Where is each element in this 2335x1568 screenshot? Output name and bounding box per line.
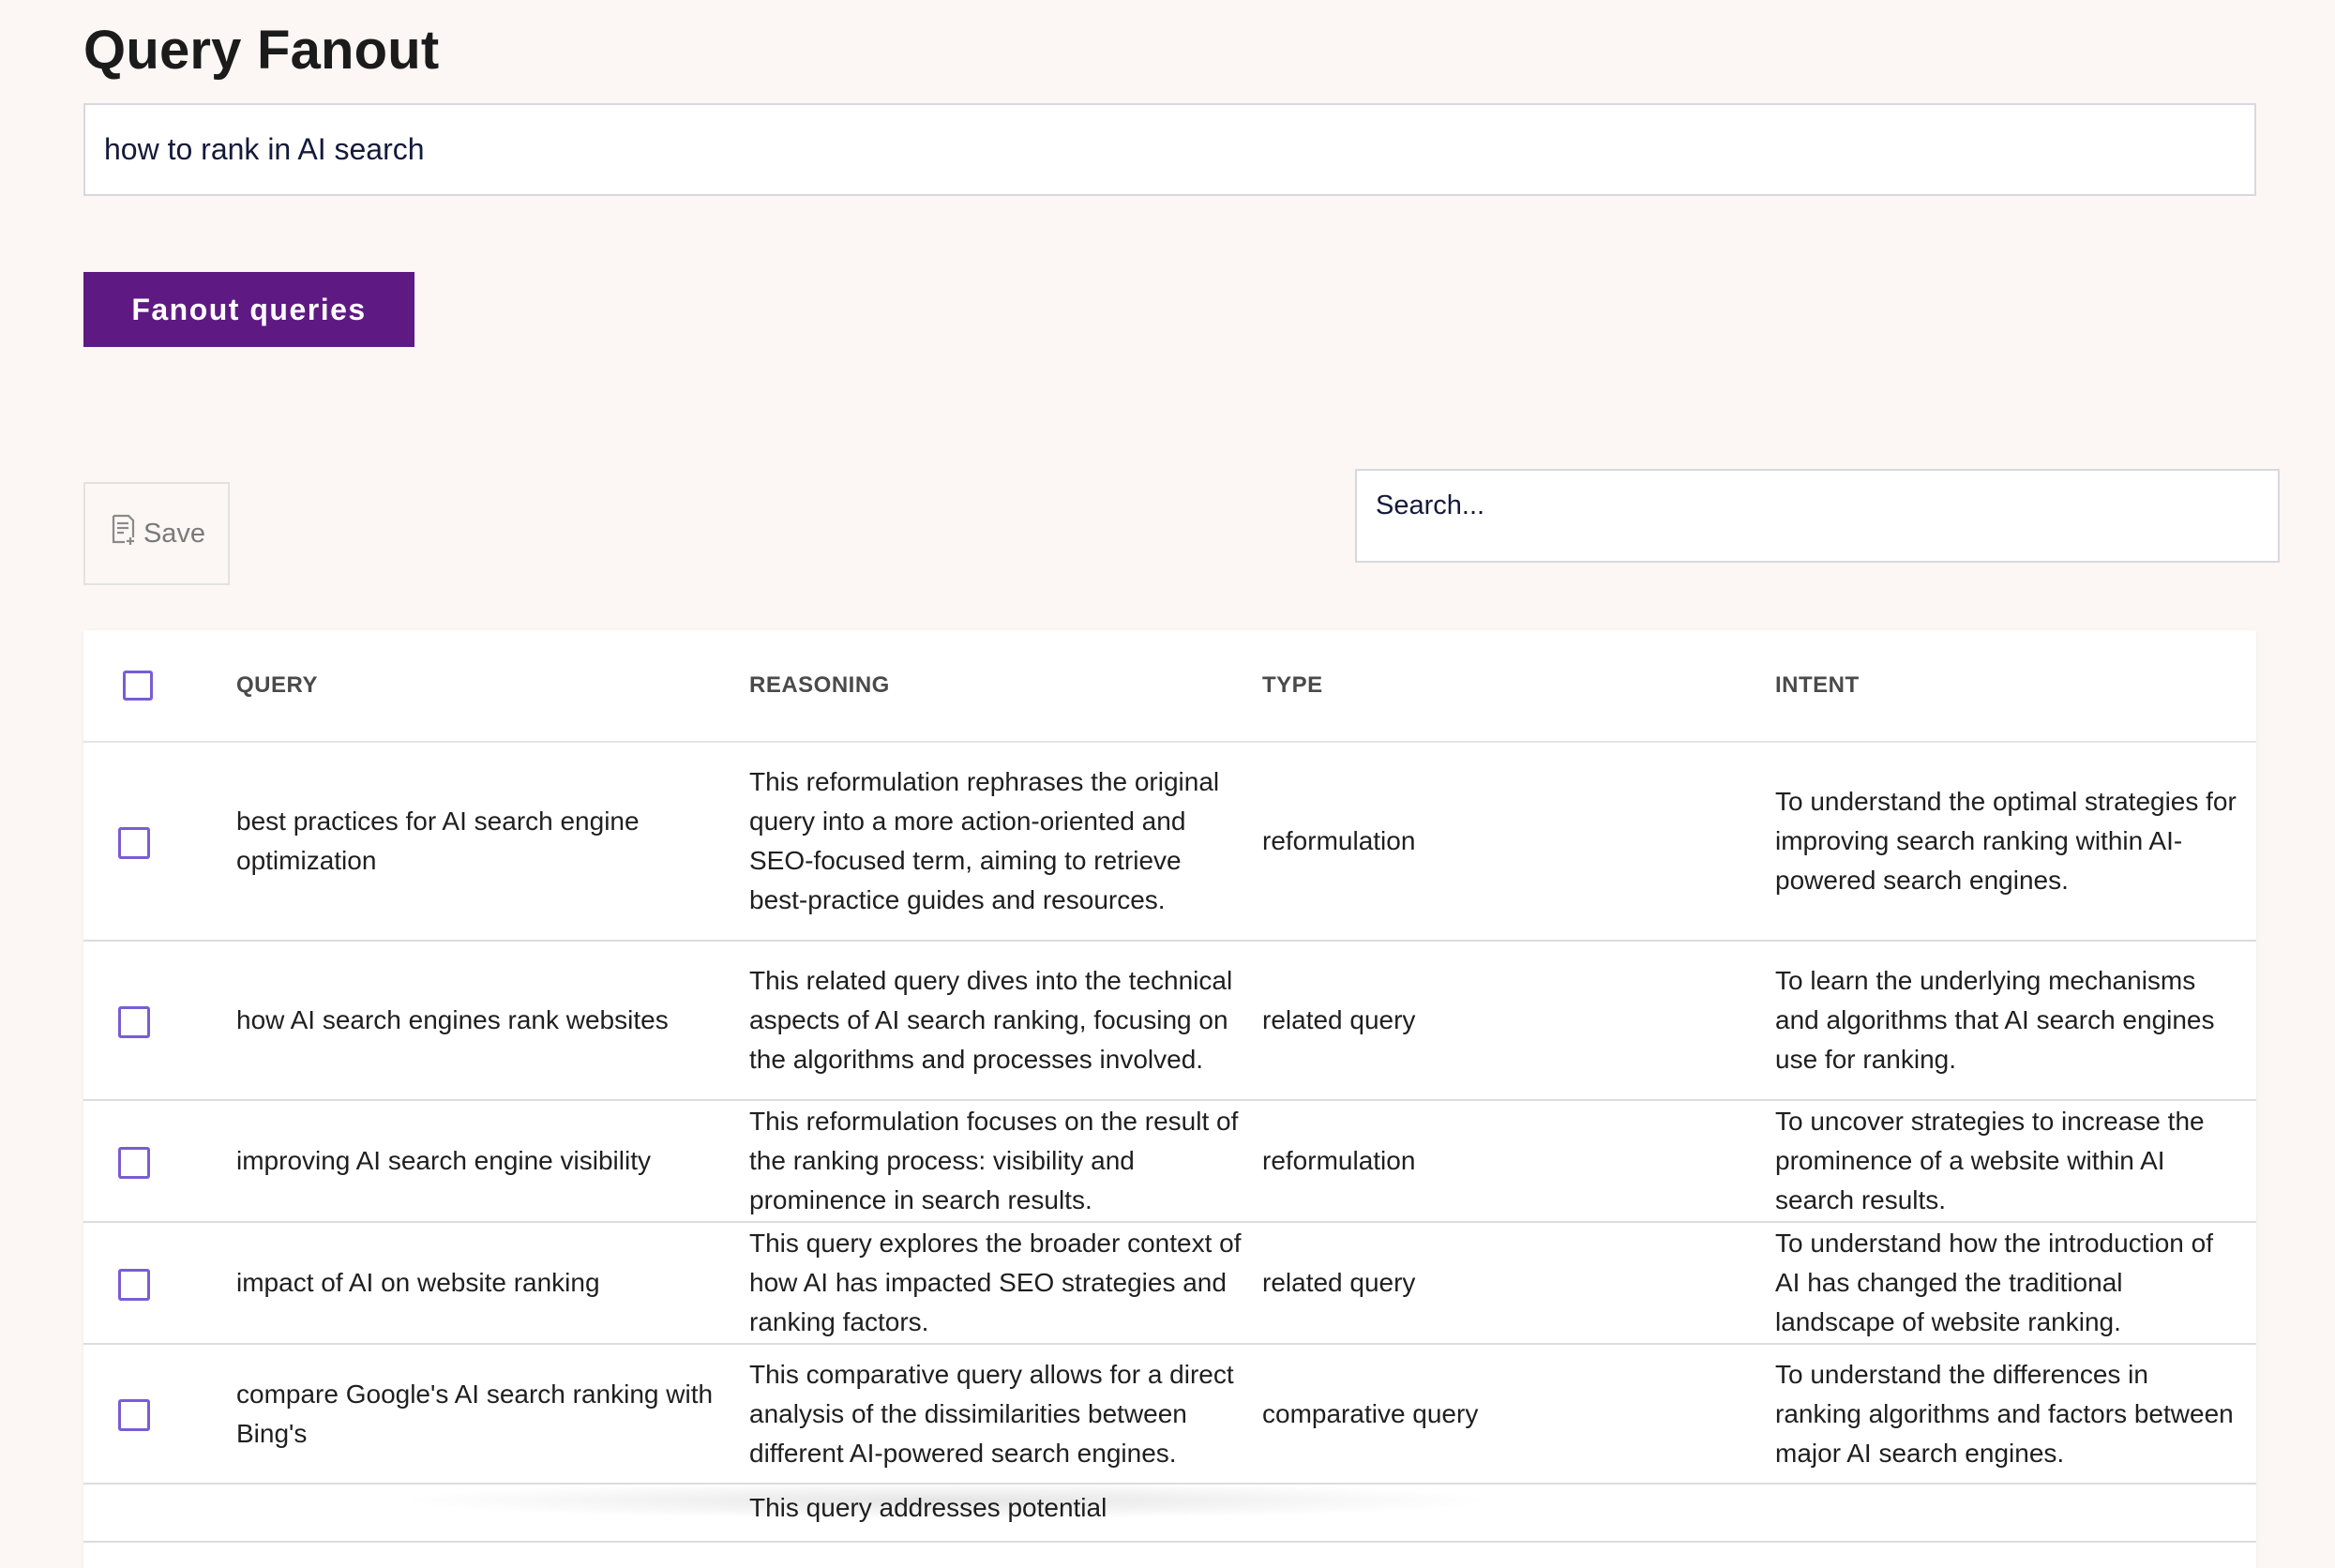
fanout-queries-button[interactable]: Fanout queries <box>83 272 414 347</box>
reasoning-cell: This query explores the broader context … <box>749 1229 1242 1336</box>
save-button[interactable]: Save <box>83 482 230 585</box>
reasoning-cell: This query addresses potential <box>749 1493 1107 1522</box>
query-cell: best practices for AI search engine opti… <box>236 807 640 875</box>
table-row: best practices for AI search engine opti… <box>83 742 2256 942</box>
row-checkbox[interactable] <box>118 1146 150 1179</box>
table-row: This query addresses potential <box>83 1484 2256 1543</box>
column-header-query[interactable]: QUERY <box>236 630 749 743</box>
select-all-cell <box>83 630 236 743</box>
table-header-row: QUERY REASONING TYPE INTENT <box>83 630 2256 743</box>
column-header-reasoning[interactable]: REASONING <box>749 630 1262 743</box>
intent-cell: To learn the underlying mechanisms and a… <box>1775 966 2215 1074</box>
row-checkbox[interactable] <box>118 1268 150 1301</box>
row-checkbox[interactable] <box>118 1399 150 1432</box>
type-cell: reformulation <box>1262 826 1416 855</box>
row-checkbox[interactable] <box>118 1005 150 1038</box>
search-input[interactable] <box>1355 469 2280 563</box>
type-cell: related query <box>1262 1268 1416 1297</box>
table-row: compare Google's AI search ranking with … <box>83 1344 2256 1485</box>
reasoning-cell: This reformulation focuses on the result… <box>749 1107 1239 1214</box>
save-button-label: Save <box>143 518 206 549</box>
query-cell: impact of AI on website ranking <box>236 1268 600 1297</box>
intent-cell: To understand the optimal strategies for… <box>1775 787 2237 895</box>
query-input[interactable] <box>83 103 2256 196</box>
column-header-intent[interactable]: INTENT <box>1775 630 2256 743</box>
reasoning-cell: This comparative query allows for a dire… <box>749 1359 1234 1468</box>
page-title: Query Fanout <box>83 20 440 81</box>
intent-cell: To uncover strategies to increase the pr… <box>1775 1107 2205 1214</box>
table-row: impact of AI on website ranking This que… <box>83 1222 2256 1345</box>
type-cell: related query <box>1262 1005 1416 1034</box>
type-cell: comparative query <box>1262 1398 1479 1428</box>
type-cell <box>1262 1485 1775 1488</box>
reasoning-cell: This related query dives into the techni… <box>749 966 1233 1074</box>
column-header-type[interactable]: TYPE <box>1262 630 1775 743</box>
query-cell: improving AI search engine visibility <box>236 1146 651 1175</box>
query-cell: how AI search engines rank websites <box>236 1005 669 1034</box>
reasoning-cell: This reformulation rephrases the origina… <box>749 767 1220 914</box>
table-row: how AI search engines rank websites This… <box>83 941 2256 1101</box>
save-icon <box>108 513 138 554</box>
row-checkbox[interactable] <box>118 826 150 859</box>
intent-cell: To understand how the introduction of AI… <box>1775 1229 2213 1336</box>
table-row: improving AI search engine visibility Th… <box>83 1100 2256 1223</box>
query-cell <box>236 1485 749 1488</box>
results-table: QUERY REASONING TYPE INTENT best practic… <box>83 630 2256 1568</box>
intent-cell <box>1775 1485 2256 1488</box>
select-all-checkbox[interactable] <box>123 671 153 701</box>
intent-cell: To understand the differences in ranking… <box>1775 1359 2234 1468</box>
query-cell: compare Google's AI search ranking with … <box>236 1379 714 1448</box>
type-cell: reformulation <box>1262 1146 1416 1175</box>
